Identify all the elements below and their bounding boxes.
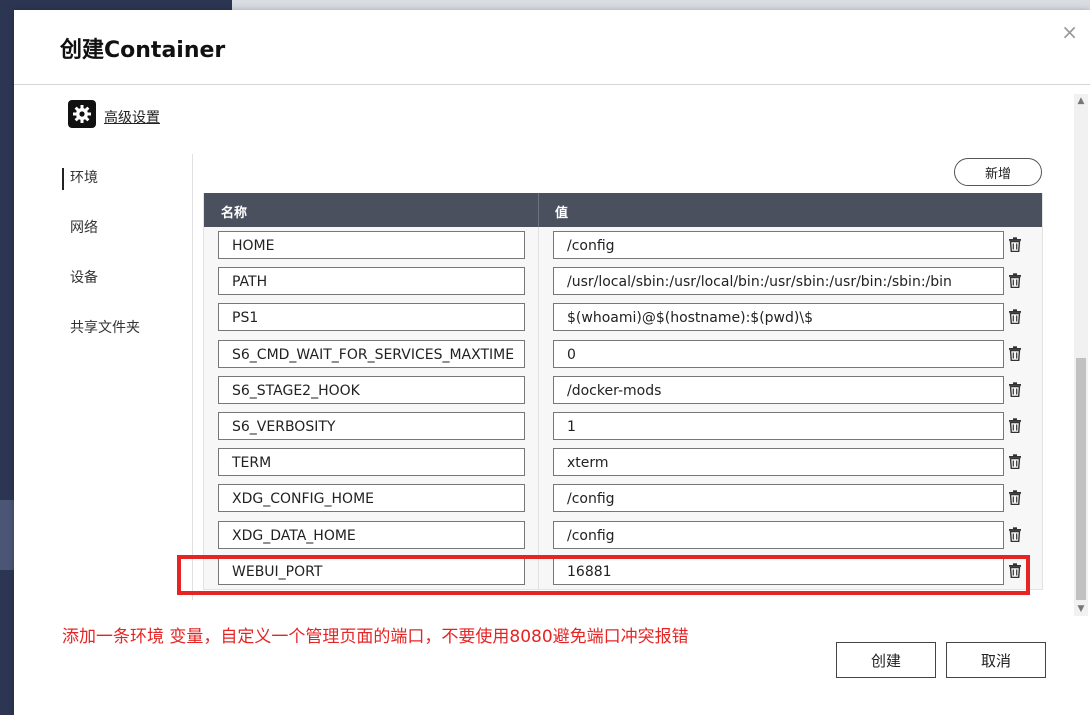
trash-icon[interactable] [1008, 237, 1024, 253]
header-name: 名称 [221, 202, 247, 221]
trash-icon[interactable] [1008, 527, 1024, 543]
table-row: HOME/config [204, 227, 1042, 263]
table-row: XDG_DATA_HOME/config [204, 517, 1042, 553]
env-value-input[interactable]: /config [553, 484, 1004, 512]
cancel-button[interactable]: 取消 [946, 642, 1046, 678]
table-row: TERM xterm [204, 444, 1042, 480]
table-row: S6_CMD_WAIT_FOR_SERVICES_MAXTIME 0 [204, 336, 1042, 372]
env-name-input[interactable]: PS1 [218, 303, 525, 331]
env-name-input[interactable]: XDG_DATA_HOME [218, 521, 525, 549]
trash-icon[interactable] [1008, 273, 1024, 289]
create-container-dialog: 创建Container × 高级设置 环境 [14, 10, 1090, 715]
nav-item-environment[interactable]: 环境 [62, 168, 192, 218]
env-table: 名称 值 HOME/configPATH/usr/local/sbin:/usr… [203, 193, 1043, 590]
header-separator [538, 193, 539, 227]
dialog-title: 创建Container [60, 32, 225, 64]
trash-icon[interactable] [1008, 490, 1024, 506]
trash-icon[interactable] [1008, 418, 1024, 434]
annotation-text: 添加一条环境 变量，自定义一个管理页面的端口，不要使用8080避免端口冲突报错 [62, 622, 689, 647]
env-name-input[interactable]: TERM [218, 448, 525, 476]
advanced-settings-header[interactable]: 高级设置 [68, 100, 160, 128]
header-value: 值 [555, 202, 568, 221]
trash-icon[interactable] [1008, 309, 1024, 325]
env-value-input[interactable]: 1 [553, 412, 1004, 440]
table-body: HOME/configPATH/usr/local/sbin:/usr/loca… [204, 227, 1042, 589]
trash-icon[interactable] [1008, 346, 1024, 362]
gear-icon [68, 100, 96, 128]
nav-item-network[interactable]: 网络 [62, 218, 192, 268]
background-strip [0, 500, 14, 570]
env-value-input[interactable]: $(whoami)@$(hostname):$(pwd)\$ [553, 303, 1004, 331]
highlight-annotation-box [177, 555, 1030, 595]
scroll-thumb[interactable] [1076, 358, 1086, 600]
create-button[interactable]: 创建 [836, 642, 936, 678]
env-name-input[interactable]: S6_VERBOSITY [218, 412, 525, 440]
table-row: S6_VERBOSITY 1 [204, 408, 1042, 444]
env-value-input[interactable]: /config [553, 521, 1004, 549]
nav-item-shared-folders[interactable]: 共享文件夹 [62, 318, 192, 368]
env-value-input[interactable]: /config [553, 231, 1004, 259]
table-row: PS1 $(whoami)@$(hostname):$(pwd)\$ [204, 299, 1042, 335]
env-name-input[interactable]: S6_STAGE2_HOOK [218, 376, 525, 404]
env-name-input[interactable]: PATH [218, 267, 525, 295]
env-name-input[interactable]: S6_CMD_WAIT_FOR_SERVICES_MAXTIME [218, 340, 525, 368]
scroll-down-arrow-icon[interactable]: ▼ [1074, 602, 1088, 616]
nav-item-devices[interactable]: 设备 [62, 268, 192, 318]
env-name-input[interactable]: XDG_CONFIG_HOME [218, 484, 525, 512]
settings-nav: 环境 网络 设备 共享文件夹 [62, 168, 192, 368]
title-divider [14, 84, 1090, 85]
table-row: PATH/usr/local/sbin:/usr/local/bin:/usr/… [204, 263, 1042, 299]
table-row: XDG_CONFIG_HOME/config [204, 480, 1042, 516]
scrollbar[interactable]: ▲ ▼ [1074, 94, 1088, 616]
advanced-settings-label[interactable]: 高级设置 [104, 107, 160, 127]
table-header: 名称 值 [204, 193, 1042, 227]
table-row: S6_STAGE2_HOOK/docker-mods [204, 372, 1042, 408]
env-name-input[interactable]: HOME [218, 231, 525, 259]
trash-icon[interactable] [1008, 454, 1024, 470]
env-value-input[interactable]: /usr/local/sbin:/usr/local/bin:/usr/sbin… [553, 267, 1004, 295]
close-button[interactable]: × [1061, 20, 1078, 44]
trash-icon[interactable] [1008, 382, 1024, 398]
env-value-input[interactable]: xterm [553, 448, 1004, 476]
nav-divider [192, 154, 193, 600]
scroll-up-arrow-icon[interactable]: ▲ [1074, 94, 1088, 108]
add-env-button[interactable]: 新增 [954, 158, 1042, 186]
env-value-input[interactable]: 0 [553, 340, 1004, 368]
env-value-input[interactable]: /docker-mods [553, 376, 1004, 404]
